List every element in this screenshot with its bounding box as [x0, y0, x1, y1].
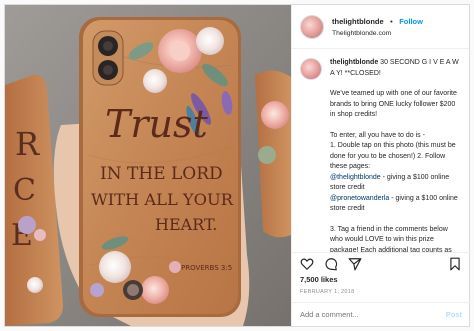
instagram-post: R C E Trust IN THE LORD WITH ALL YOUR HE…	[4, 4, 470, 327]
share-button[interactable]	[348, 257, 362, 271]
post-sidebar: thelightblonde • Follow Thelightblonde.c…	[291, 5, 470, 326]
case-line-3: HEART.	[155, 215, 217, 234]
mention-pronetowanderla[interactable]: @pronetowanderla	[330, 195, 389, 202]
comment-box: Post	[292, 302, 470, 326]
send-icon	[348, 257, 362, 270]
caption-scroll-area[interactable]: thelightblonde 30 SECOND G I V E A W A Y…	[292, 50, 470, 252]
caption-text: thelightblonde 30 SECOND G I V E A W A Y…	[330, 58, 462, 252]
caption-username[interactable]: thelightblonde	[330, 59, 378, 66]
svg-text:R: R	[15, 125, 40, 163]
case-reference: PROVERBS 3:5	[181, 264, 232, 272]
caption-paragraph-4: 3. Tag a friend in the comments below wh…	[330, 225, 452, 253]
comment-icon	[325, 257, 338, 270]
header-text: thelightblonde • Follow Thelightblonde.c…	[332, 14, 423, 40]
follow-button[interactable]: Follow	[399, 17, 423, 26]
comment-button[interactable]	[324, 257, 338, 271]
caption-paragraph-2: We've teamed up with one of our favorite…	[330, 90, 457, 118]
mention-thelightblonde[interactable]: @thelightblonde	[330, 174, 381, 181]
post-photo[interactable]: R C E Trust IN THE LORD WITH ALL YOUR HE…	[5, 5, 291, 326]
case-line-1: IN THE LORD	[100, 164, 223, 184]
caption-instructions: 1. Double tap on this photo (this must b…	[330, 142, 456, 170]
likes-count[interactable]: 7,500 likes	[300, 275, 338, 284]
post-comment-button[interactable]: Post	[446, 310, 462, 319]
separator-dot: •	[390, 16, 393, 26]
action-bar	[292, 252, 470, 274]
comment-input[interactable]	[300, 310, 446, 319]
post-date[interactable]: FEBRUARY 1, 2018	[300, 289, 354, 295]
case-line-2: WITH ALL YOUR	[91, 190, 234, 209]
heart-icon	[300, 258, 314, 270]
post-header: thelightblonde • Follow Thelightblonde.c…	[292, 5, 469, 49]
bookmark-icon	[450, 257, 460, 270]
svg-text:C: C	[13, 173, 36, 208]
caption-row: thelightblonde 30 SECOND G I V E A W A Y…	[300, 58, 462, 252]
location-link[interactable]: Thelightblonde.com	[332, 28, 423, 40]
avatar[interactable]	[300, 14, 324, 39]
header-username[interactable]: thelightblonde	[332, 17, 384, 26]
save-button[interactable]	[448, 257, 462, 271]
case-title: Trust	[105, 102, 208, 146]
caption-instructions-intro: To enter, all you have to do is -	[330, 131, 425, 139]
phone-case-photo: R C E Trust IN THE LORD WITH ALL YOUR HE…	[5, 5, 291, 326]
like-button[interactable]	[300, 257, 314, 271]
caption-avatar[interactable]	[300, 58, 322, 80]
